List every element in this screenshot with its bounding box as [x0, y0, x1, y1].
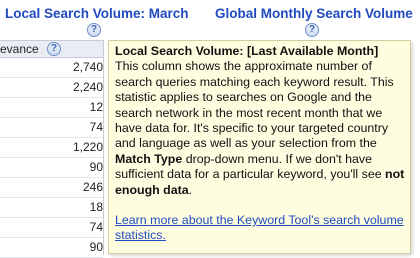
global-search-volume-header[interactable]: Global Monthly Search Volume: [215, 6, 413, 21]
tooltip-body-1: This column shows the approximate number…: [115, 59, 394, 151]
relevance-help-icon[interactable]: ?: [47, 42, 61, 56]
learn-more-link[interactable]: Learn more about the Keyword Tool's sear…: [115, 213, 407, 244]
help-tooltip: Local Search Volume: [Last Available Mon…: [108, 40, 411, 254]
row-divider: [0, 177, 103, 178]
row-divider: [0, 77, 103, 78]
row-divider: [0, 137, 103, 138]
relevance-column-label: evance: [0, 42, 39, 56]
keyword-volume-value: 90: [89, 240, 103, 254]
relevance-column-header[interactable]: evance ?: [0, 40, 103, 58]
keyword-volume-value: 74: [89, 220, 103, 234]
keyword-volume-value: 246: [82, 180, 103, 194]
keyword-volume-value: 18: [89, 200, 103, 214]
local-search-volume-header[interactable]: Local Search Volume: March: [5, 6, 189, 21]
row-divider: [0, 197, 103, 198]
row-divider: [0, 97, 103, 98]
local-volume-help-icon[interactable]: ?: [87, 23, 101, 37]
keyword-volume-value: 12: [89, 100, 103, 114]
keyword-volume-value: 2,740: [72, 60, 103, 74]
tooltip-match-type: Match Type: [115, 151, 183, 166]
tooltip-text: Local Search Volume: [Last Available Mon…: [115, 44, 407, 198]
column-divider: [103, 40, 104, 255]
row-divider: [0, 217, 103, 218]
keyword-volume-value: 90: [89, 160, 103, 174]
keyword-volume-value: 2,240: [72, 80, 103, 94]
keyword-volume-value: 74: [89, 120, 103, 134]
tooltip-body-3: .: [188, 182, 193, 197]
tooltip-title: Local Search Volume: [Last Available Mon…: [115, 44, 379, 58]
row-divider: [0, 117, 103, 118]
row-divider: [0, 157, 103, 158]
row-divider: [0, 237, 103, 238]
keyword-volume-value: 1,220: [72, 140, 103, 154]
global-volume-help-icon[interactable]: ?: [305, 23, 319, 37]
